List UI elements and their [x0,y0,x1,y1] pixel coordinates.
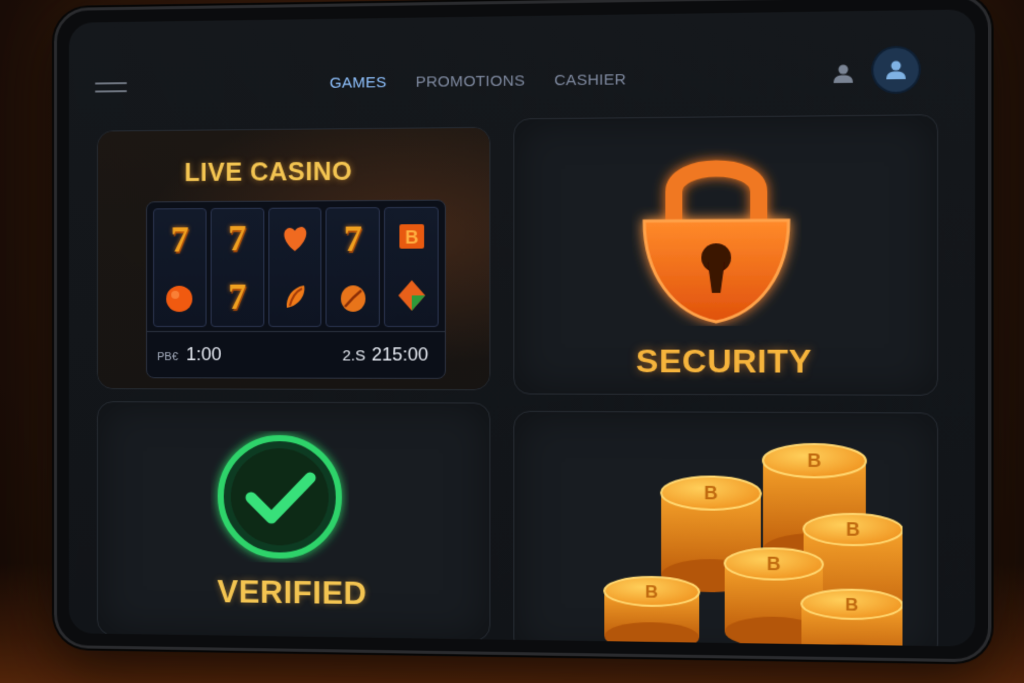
nav-item-cashier[interactable]: CASHIER [554,71,626,89]
slot-reel: 7 7 [210,207,264,327]
footer-left-value: 1:00 [186,344,222,365]
main-nav: GAMES PROMOTIONS CASHIER [330,71,627,92]
footer-left-label: PB€ [157,351,179,364]
slot-reel: 7 [153,208,207,327]
top-navigation-bar: GAMES PROMOTIONS CASHIER [69,9,975,119]
live-casino-title: LIVE CASINO [184,157,353,188]
coin-stacks-icon: B B B B B B [552,430,903,647]
live-casino-card[interactable]: LIVE CASINO 7 7 7 7 B PB€ 1:00 2.S 215:0… [96,126,491,391]
pepper-fruit-icon [278,279,313,313]
app-screen: GAMES PROMOTIONS CASHIER LIVE CASINO 7 7… [68,9,976,647]
slot-machine[interactable]: 7 7 7 7 B PB€ 1:00 2.S 215:00 [146,199,446,379]
coins-card[interactable]: B B B B B B [513,410,939,647]
footer-right-value: 215:00 [371,344,429,365]
monitor-frame: GAMES PROMOTIONS CASHIER LIVE CASINO 7 7… [54,0,992,663]
seven-symbol-icon: 7 [170,218,189,260]
seven-symbol-icon: 7 [343,217,363,259]
coin-symbol: B [645,582,658,602]
user-avatar-icon[interactable] [873,47,919,92]
nav-item-games[interactable]: GAMES [330,74,387,92]
heart-fruit-icon [284,226,307,252]
hamburger-menu-icon[interactable] [94,82,127,98]
slot-reels: 7 7 7 7 B [153,206,439,327]
orange-fruit-icon [166,285,193,312]
footer-right-label: 2.S [342,347,366,365]
seven-symbol-icon: 7 [227,276,247,317]
coin-symbol: B [767,554,781,575]
slot-reel: B [384,206,439,327]
seven-symbol-icon: 7 [227,217,247,259]
coin-symbol: B [846,519,860,540]
checkmark-circle-icon [211,431,349,564]
coin-symbol: B [807,450,821,471]
svg-text:B: B [405,227,418,247]
security-label: SECURITY [635,342,813,380]
security-card[interactable]: SECURITY [513,114,939,396]
user-icon[interactable] [830,61,856,86]
verified-card[interactable]: VERIFIED [96,401,491,642]
b-block-icon: B [398,224,424,249]
diamond-icon [397,280,425,311]
verified-label: VERIFIED [217,573,367,612]
slot-footer: PB€ 1:00 2.S 215:00 [147,331,445,378]
leaf-fruit-icon [336,284,371,312]
slot-reel [267,207,322,327]
padlock-icon [632,139,802,326]
coin-symbol: B [704,483,718,504]
slot-reel: 7 [325,207,381,327]
coin-symbol: B [845,595,858,615]
nav-item-promotions[interactable]: PROMOTIONS [416,72,525,91]
